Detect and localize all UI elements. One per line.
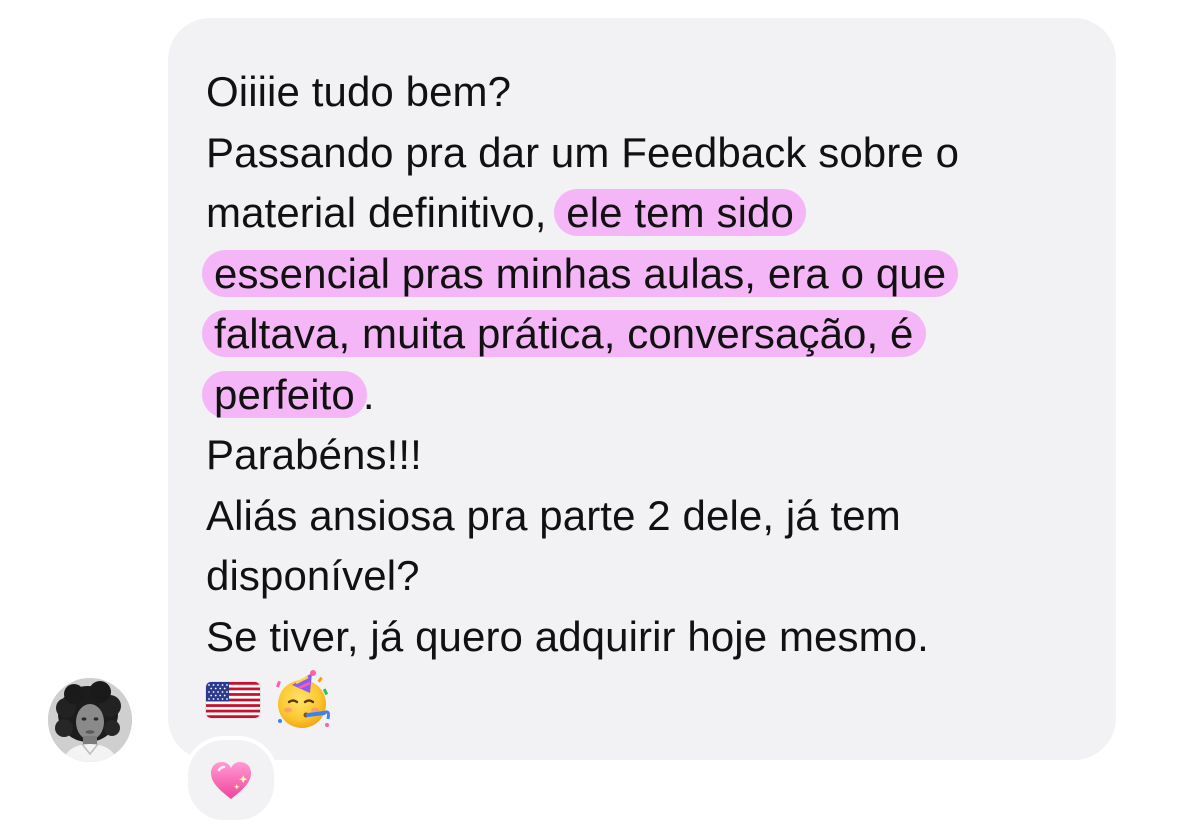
reaction-badge[interactable] [184,736,278,824]
highlighted-text: perfeito [202,370,367,418]
highlighted-text: faltava, muita prática, conversação, é [202,310,926,357]
message-line: Parabéns!!! [206,431,422,478]
profile-photo [48,678,132,762]
message-line: Aliás ansiosa pra parte 2 dele, já tem [206,491,901,539]
sparkling-heart-emoji [211,762,251,799]
message-line: Passando pra dar um Feedback sobre o [206,128,960,176]
avatar[interactable] [48,678,132,762]
message-bubble[interactable]: Oiiiie tudo bem? Passando pra dar um Fee… [168,18,1116,760]
message-line: disponível? [206,552,420,599]
message-text: Oiiiie tudo bem? Passando pra dar um Fee… [202,62,1086,667]
us-flag-emoji [206,682,260,718]
message-line: Se tiver, já quero adquirir hoje mesmo. [206,612,929,660]
chat-thread: Oiiiie tudo bem? Passando pra dar um Fee… [0,0,1184,831]
message-line: Oiiiie tudo bem? [206,68,512,115]
message-line: material definitivo, ele tem sido [206,183,1086,244]
emoji-row [206,669,1086,731]
message-line: perfeito. [202,365,1086,426]
message-line: faltava, muita prática, conversação, é [202,304,1086,365]
highlighted-text: essencial pras minhas aulas, era o que [202,249,959,297]
partying-face-emoji [272,669,334,731]
message-line: essencial pras minhas aulas, era o que [202,244,1086,305]
highlighted-text: ele tem sido [554,189,806,236]
